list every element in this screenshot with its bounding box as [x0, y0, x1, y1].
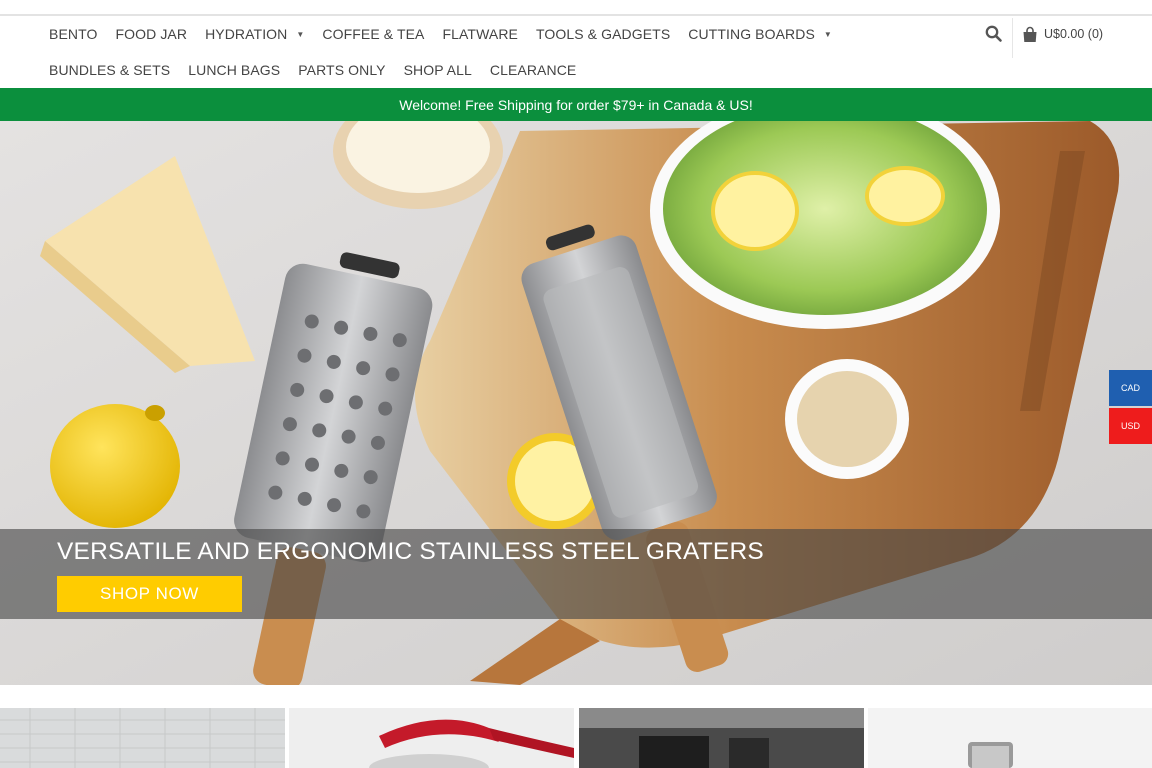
main-navigation: BENTO FOOD JAR HYDRATION ▼ COFFEE & TEA F…: [0, 16, 1152, 88]
nav-item-shop-all[interactable]: SHOP ALL: [404, 62, 472, 78]
shopping-bag-icon: [1023, 26, 1037, 42]
cart-total: U$0.00 (0): [1044, 27, 1104, 41]
currency-cad-button[interactable]: CAD: [1109, 370, 1152, 406]
nav-item-lunch-bags[interactable]: LUNCH BAGS: [188, 62, 280, 78]
tile-image: [579, 708, 864, 768]
category-tile[interactable]: [289, 708, 574, 768]
category-tile[interactable]: [868, 708, 1152, 768]
nav-item-parts-only[interactable]: PARTS ONLY: [298, 62, 385, 78]
caret-down-icon: ▼: [823, 29, 832, 39]
nav-row-1: BENTO FOOD JAR HYDRATION ▼ COFFEE & TEA F…: [49, 16, 850, 52]
promo-banner: Welcome! Free Shipping for order $79+ in…: [0, 88, 1152, 121]
caret-down-icon: ▼: [296, 29, 305, 39]
nav-item-bundles-sets[interactable]: BUNDLES & SETS: [49, 62, 170, 78]
category-tiles: [0, 708, 1152, 768]
nav-item-coffee-tea[interactable]: COFFEE & TEA: [322, 26, 424, 42]
cart-button[interactable]: U$0.00 (0): [1022, 24, 1103, 44]
nav-item-food-jar[interactable]: FOOD JAR: [115, 26, 187, 42]
category-tile[interactable]: [0, 708, 285, 768]
nav-item-flatware[interactable]: FLATWARE: [443, 26, 518, 42]
nav-item-tools-gadgets[interactable]: TOOLS & GADGETS: [536, 26, 670, 42]
nav-item-bento[interactable]: BENTO: [49, 26, 97, 42]
currency-usd-button[interactable]: USD: [1109, 408, 1152, 444]
category-tile[interactable]: [579, 708, 864, 768]
tile-image: [868, 708, 1152, 768]
nav-item-hydration[interactable]: HYDRATION ▼: [205, 26, 304, 42]
nav-item-clearance[interactable]: CLEARANCE: [490, 62, 576, 78]
tile-image: [0, 708, 285, 768]
shop-now-button[interactable]: SHOP NOW: [57, 576, 242, 612]
search-icon[interactable]: [984, 24, 1004, 44]
hero-banner[interactable]: VERSATILE AND ERGONOMIC STAINLESS STEEL …: [0, 121, 1152, 685]
tile-image: [289, 708, 574, 768]
nav-row-2: BUNDLES & SETS LUNCH BAGS PARTS ONLY SHO…: [49, 52, 594, 88]
promo-text: Welcome! Free Shipping for order $79+ in…: [399, 96, 753, 113]
nav-item-cutting-boards[interactable]: CUTTING BOARDS ▼: [688, 26, 832, 42]
hero-title: VERSATILE AND ERGONOMIC STAINLESS STEEL …: [57, 538, 764, 565]
header-divider: [1012, 18, 1013, 58]
